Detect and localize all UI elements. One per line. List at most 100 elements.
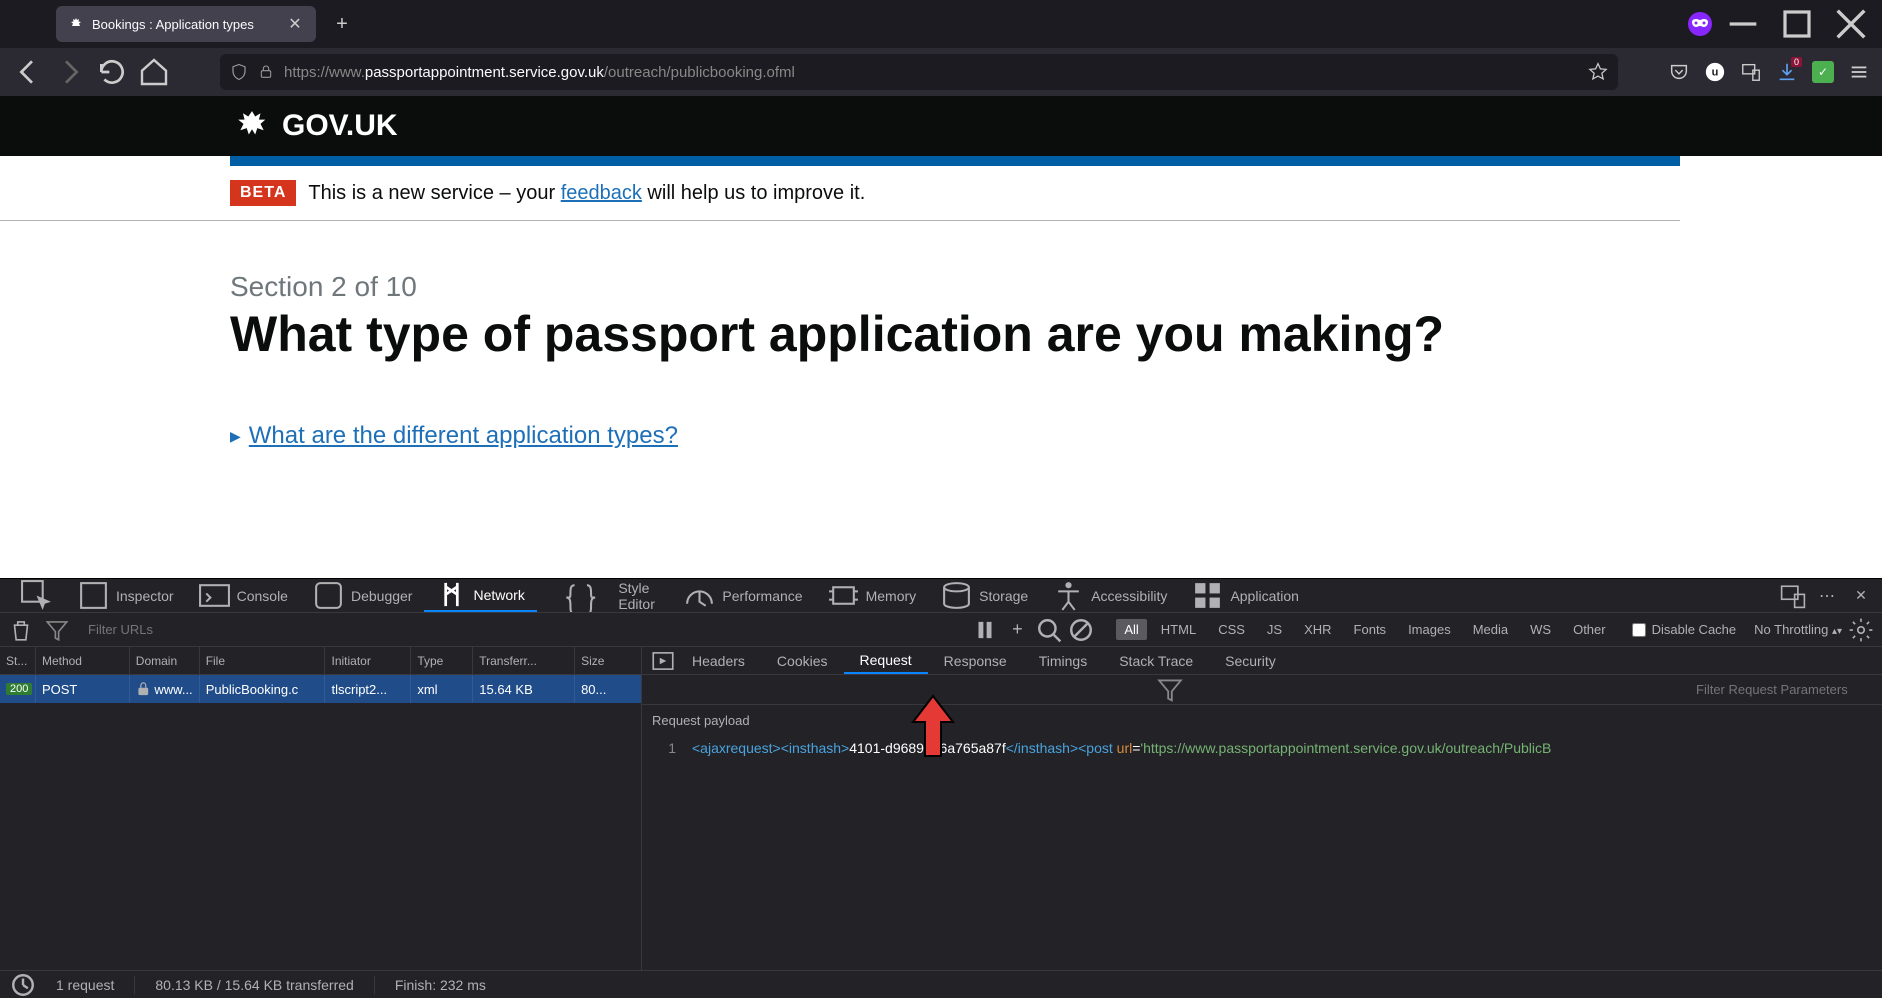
beta-banner: BETA This is a new service – your feedba… — [0, 166, 1680, 221]
feedback-link[interactable]: feedback — [561, 182, 642, 204]
filter-js[interactable]: JS — [1259, 619, 1290, 640]
browser-title-bar: Bookings : Application types ✕ + — [0, 0, 1882, 48]
col-initiator[interactable]: Initiator — [325, 647, 411, 674]
col-method[interactable]: Method — [36, 647, 130, 674]
cell-domain: www... — [130, 675, 200, 703]
throttling-dropdown[interactable]: No Throttling ▴▾ — [1754, 622, 1842, 637]
filter-css[interactable]: CSS — [1210, 619, 1253, 640]
reload-button[interactable] — [96, 56, 128, 88]
col-status[interactable]: St... — [0, 647, 36, 674]
tab-network[interactable]: Network — [424, 579, 536, 612]
payload-label: Request payload — [642, 705, 1882, 736]
filter-xhr[interactable]: XHR — [1296, 619, 1339, 640]
devtools-close-icon[interactable]: ✕ — [1848, 583, 1874, 609]
gov-header: GOV.UK — [0, 96, 1882, 156]
search-icon[interactable] — [1036, 617, 1062, 643]
hamburger-menu-icon[interactable] — [1848, 61, 1870, 83]
cell-file: PublicBooking.c — [200, 675, 326, 703]
payload-code[interactable]: 1 <ajaxrequest><insthash>4101-d9689b26a7… — [642, 736, 1882, 760]
responsive-view-icon[interactable] — [1780, 583, 1806, 609]
tab-accessibility[interactable]: Accessibility — [1040, 579, 1179, 612]
detail-tabs: Headers Cookies Request Response Timings… — [642, 647, 1882, 675]
close-window-button[interactable] — [1828, 8, 1874, 40]
filter-icon[interactable] — [44, 617, 70, 643]
disclosure-link[interactable]: What are the different application types… — [249, 422, 678, 450]
filter-all[interactable]: All — [1116, 619, 1146, 640]
tab-inspector[interactable]: Inspector — [65, 579, 186, 612]
devtools-panel: Inspector Console Debugger Network Style… — [0, 578, 1882, 998]
filter-ws[interactable]: WS — [1522, 619, 1559, 640]
col-domain[interactable]: Domain — [130, 647, 200, 674]
perf-analysis-icon[interactable] — [10, 972, 36, 998]
element-picker-button[interactable] — [8, 579, 65, 612]
tab-performance[interactable]: Performance — [671, 579, 814, 612]
col-file[interactable]: File — [200, 647, 326, 674]
cell-transferred: 15.64 KB — [473, 675, 575, 703]
close-tab-icon[interactable]: ✕ — [286, 15, 304, 33]
lock-icon — [258, 64, 274, 80]
responsive-design-icon[interactable] — [1740, 61, 1762, 83]
transferred-total: 80.13 KB / 15.64 KB transferred — [155, 977, 353, 993]
devtools-menu-icon[interactable]: ⋯ — [1814, 583, 1840, 609]
home-button[interactable] — [138, 56, 170, 88]
tab-application[interactable]: Application — [1179, 579, 1311, 612]
filter-other[interactable]: Other — [1565, 619, 1614, 640]
govuk-logo-text: GOV.UK — [282, 109, 398, 143]
detail-tab-stacktrace[interactable]: Stack Trace — [1103, 647, 1209, 674]
disclosure-summary[interactable]: ▶ What are the different application typ… — [0, 362, 1882, 470]
detail-tab-timings[interactable]: Timings — [1023, 647, 1104, 674]
disclosure-arrow-icon: ▶ — [230, 428, 241, 445]
browser-tab[interactable]: Bookings : Application types ✕ — [56, 6, 316, 42]
tab-title: Bookings : Application types — [92, 17, 278, 32]
filter-images[interactable]: Images — [1400, 619, 1459, 640]
tab-storage[interactable]: Storage — [928, 579, 1040, 612]
filter-fonts[interactable]: Fonts — [1346, 619, 1395, 640]
back-button[interactable] — [12, 56, 44, 88]
status-code: 200 — [6, 683, 32, 695]
page-heading: What type of passport application are yo… — [0, 307, 1882, 362]
col-size[interactable]: Size — [575, 647, 641, 674]
disable-cache-checkbox[interactable]: Disable Cache — [1632, 622, 1737, 637]
forward-button[interactable] — [54, 56, 86, 88]
filter-html[interactable]: HTML — [1153, 619, 1204, 640]
private-browsing-icon — [1688, 12, 1712, 36]
ublock-icon[interactable]: u — [1704, 61, 1726, 83]
detail-tab-response[interactable]: Response — [928, 647, 1023, 674]
network-toolbar: + All HTML CSS JS XHR Fonts Images Media… — [0, 613, 1882, 647]
pause-button[interactable] — [972, 617, 998, 643]
page-content: GOV.UK BETA This is a new service – your… — [0, 96, 1882, 578]
line-number: 1 — [652, 740, 692, 756]
govuk-logo[interactable]: GOV.UK — [230, 109, 398, 143]
filter-params-input[interactable] — [1696, 682, 1872, 697]
add-button[interactable]: + — [1004, 617, 1030, 643]
pocket-icon[interactable] — [1668, 61, 1690, 83]
code-line: <ajaxrequest><insthash>4101-d9689b26a765… — [692, 740, 1872, 756]
downloads-icon[interactable] — [1776, 61, 1798, 83]
col-transferred[interactable]: Transferr... — [473, 647, 575, 674]
extension-icon[interactable]: ✓ — [1812, 61, 1834, 83]
col-type[interactable]: Type — [411, 647, 473, 674]
request-row[interactable]: 200 POST www... PublicBooking.c tlscript… — [0, 675, 641, 703]
minimize-button[interactable] — [1720, 8, 1766, 40]
tab-style-editor[interactable]: Style Editor — [537, 579, 672, 612]
filter-urls-input[interactable] — [80, 618, 260, 641]
filter-media[interactable]: Media — [1465, 619, 1516, 640]
detail-tab-request[interactable]: Request — [844, 647, 928, 674]
tab-memory[interactable]: Memory — [815, 579, 929, 612]
url-bar[interactable]: https://www.passportappointment.service.… — [220, 54, 1618, 90]
tab-console[interactable]: Console — [186, 579, 300, 612]
block-icon[interactable] — [1068, 617, 1094, 643]
column-headers: St... Method Domain File Initiator Type … — [0, 647, 641, 675]
settings-gear-icon[interactable] — [1848, 617, 1874, 643]
tab-debugger[interactable]: Debugger — [300, 579, 425, 612]
cell-type: xml — [411, 675, 473, 703]
detail-tab-cookies[interactable]: Cookies — [761, 647, 844, 674]
finish-time: Finish: 232 ms — [395, 977, 486, 993]
clear-button[interactable] — [8, 617, 34, 643]
new-tab-button[interactable]: + — [324, 6, 360, 42]
detail-tab-security[interactable]: Security — [1209, 647, 1292, 674]
maximize-button[interactable] — [1774, 8, 1820, 40]
detail-tab-headers[interactable]: Headers — [676, 647, 761, 674]
toggle-raw-icon[interactable] — [650, 648, 676, 674]
bookmark-star-icon[interactable] — [1588, 62, 1608, 82]
